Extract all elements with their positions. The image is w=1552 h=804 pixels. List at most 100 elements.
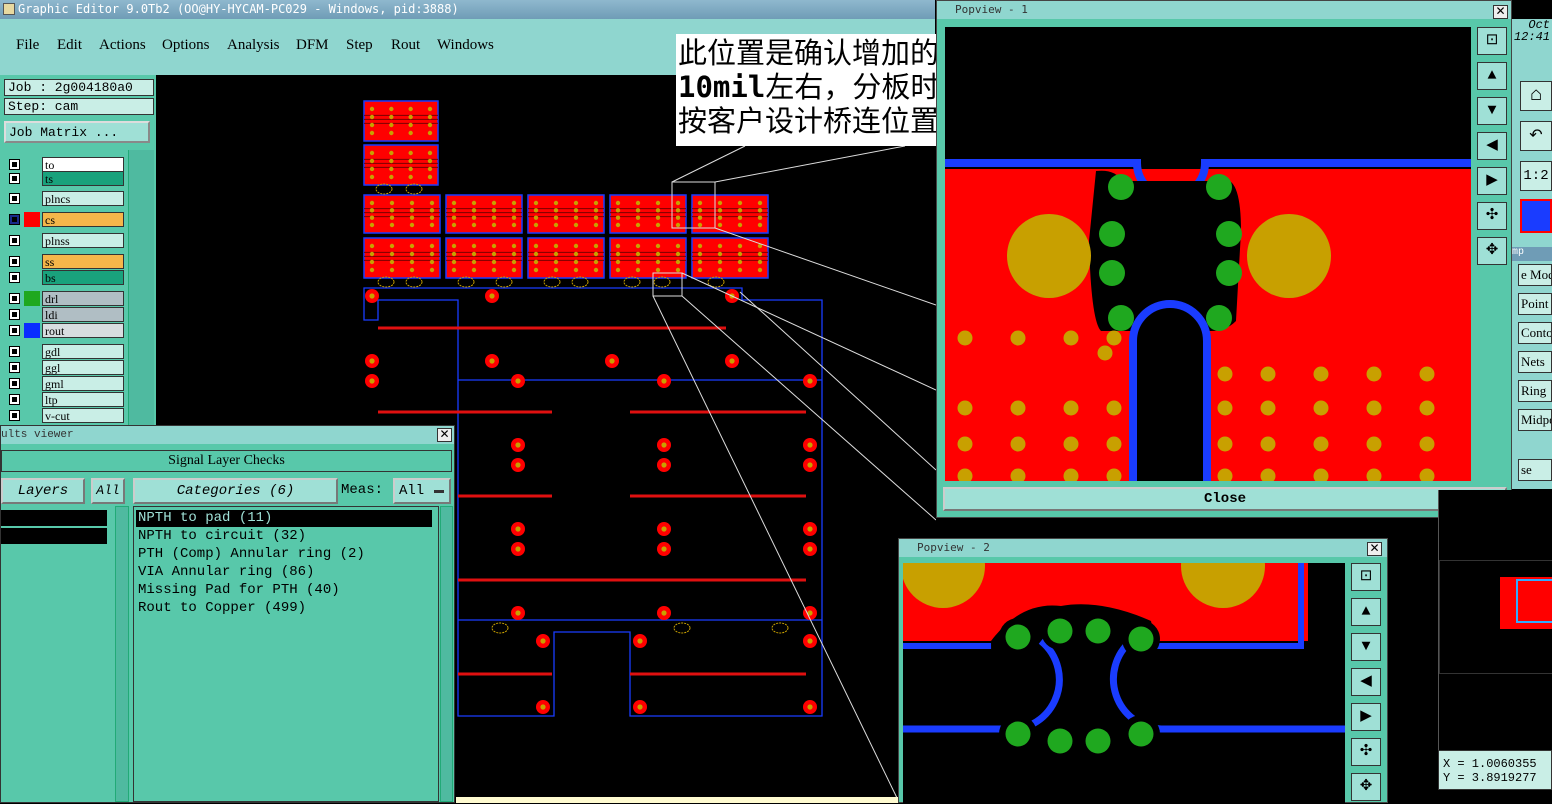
mouse-bite [491,622,509,634]
zoom-in-icon[interactable]: ✣ [1351,738,1381,766]
layer-row-ss[interactable]: ss [6,254,126,269]
layer-checkbox[interactable] [9,235,20,246]
layer-row-ldi[interactable]: ldi [6,307,126,322]
snap-close-button[interactable]: se [1518,459,1552,481]
category-item[interactable]: NPTH to pad (11) [136,510,432,527]
layer-checkbox[interactable] [9,394,20,405]
pan-up-icon[interactable]: ▲ [1351,598,1381,626]
layer-row-ts[interactable]: ts [6,171,126,186]
popview-2-close-icon[interactable]: ✕ [1367,542,1382,556]
menu-file[interactable]: File [16,37,39,54]
zoom-fit-icon[interactable]: ⊡ [1351,563,1381,591]
menu-dfm[interactable]: DFM [296,37,329,54]
layer-row-cs[interactable]: cs [6,212,126,227]
menu-rout[interactable]: Rout [391,37,420,54]
layer-checkbox[interactable] [9,193,20,204]
pcb-pad [553,222,559,228]
pcb-module [363,237,441,279]
layers-scrollbar[interactable] [115,506,129,802]
layer-thumbnail[interactable] [1520,199,1552,233]
layer-checkbox[interactable] [9,362,20,373]
snap-mode-3[interactable]: Nets [1518,351,1552,373]
drill-hole-center [540,638,546,644]
menu-edit-label: Edit [57,37,82,53]
snap-mode-5[interactable]: Midpo [1518,409,1552,431]
smd-pad [1097,345,1113,361]
layer-checkbox[interactable] [9,309,20,320]
menu-step[interactable]: Step [346,37,373,54]
zoom-in-icon[interactable]: ✣ [1477,202,1507,230]
layer-checkbox[interactable] [9,346,20,357]
pan-up-icon[interactable]: ▲ [1477,62,1507,90]
category-item[interactable]: Rout to Copper (499) [136,600,306,617]
layers-button[interactable]: Layers [1,478,85,504]
layer-checkbox[interactable] [9,272,20,283]
pan-left-icon[interactable]: ◀ [1477,132,1507,160]
popview-1-close-button[interactable]: Close [943,487,1507,511]
job-matrix-button[interactable]: Job Matrix ... [4,121,150,143]
layer-checkbox[interactable] [9,159,20,170]
drill-hole-center [637,638,643,644]
menu-actions[interactable]: Actions [99,37,146,54]
pan-right-icon[interactable]: ▶ [1477,167,1507,195]
layer-row-ggl[interactable]: ggl [6,360,126,375]
layer-selection-row-2[interactable] [1,528,107,544]
pcb-pad [675,251,681,257]
pan-down-icon[interactable]: ▼ [1351,633,1381,661]
layer-checkbox[interactable] [9,293,20,304]
category-item[interactable]: VIA Annular ring (86) [136,564,314,581]
pcb-pad [389,222,395,228]
categories-scrollbar[interactable] [440,506,453,802]
zoom-out-icon[interactable]: ✥ [1351,773,1381,801]
pan-down-icon[interactable]: ▼ [1477,97,1507,125]
ratio-button[interactable]: 1:2 [1520,161,1552,191]
pcb-pad [389,208,395,213]
layer-row-gdl[interactable]: gdl [6,344,126,359]
layer-row-drl[interactable]: drl [6,291,126,306]
layer-row-to[interactable]: to [6,157,126,172]
snap-mode-4[interactable]: Ring [1518,380,1552,402]
pcb-pad [533,222,539,228]
menu-edit[interactable]: Edit [57,37,82,54]
all-layers-button[interactable]: All [91,478,125,504]
layer-row-bs[interactable]: bs [6,270,126,285]
minimap[interactable] [1439,560,1552,674]
layer-row-plnss[interactable]: plnss [6,233,126,248]
layer-checkbox[interactable] [9,256,20,267]
layer-row-rout[interactable]: rout [6,323,126,338]
layer-row-v-cut[interactable]: v-cut [6,408,126,423]
layer-checkbox[interactable] [9,173,20,184]
menu-analysis[interactable]: Analysis [227,37,280,54]
popview-2-canvas[interactable] [903,563,1345,804]
snap-mode-2[interactable]: Conto [1518,322,1552,344]
categories-button[interactable]: Categories (6) [133,478,338,504]
pcb-pad [409,222,415,228]
category-item[interactable]: PTH (Comp) Annular ring (2) [136,546,365,563]
category-item[interactable]: NPTH to circuit (32) [136,528,306,545]
snap-mode-1[interactable]: Point [1518,293,1552,315]
pan-left-icon[interactable]: ◀ [1351,668,1381,696]
layer-checkbox[interactable] [9,325,20,336]
layer-row-ltp[interactable]: ltp [6,392,126,407]
menu-windows[interactable]: Windows [437,37,494,54]
zoom-fit-icon[interactable]: ⊡ [1477,27,1507,55]
undo-icon[interactable]: ↶ [1520,121,1552,151]
layer-checkbox[interactable] [9,378,20,389]
layer-selection-row-1[interactable] [1,510,107,526]
zoom-out-icon[interactable]: ✥ [1477,237,1507,265]
menu-step-label: Step [346,37,373,53]
snap-mode-0[interactable]: e Mode [1518,264,1552,286]
home-icon[interactable]: ⌂ [1520,81,1552,111]
layer-row-plncs[interactable]: plncs [6,191,126,206]
pan-right-icon[interactable]: ▶ [1351,703,1381,731]
category-item[interactable]: Missing Pad for PTH (40) [136,582,340,599]
layer-row-gml[interactable]: gml [6,376,126,391]
layer-checkbox[interactable] [9,214,20,225]
pcb-pad [429,200,435,206]
results-close-icon[interactable]: ✕ [437,428,452,442]
meas-select[interactable]: All [393,478,451,504]
popview-1-canvas[interactable] [945,27,1471,481]
popview-1-close-icon[interactable]: ✕ [1493,5,1508,19]
menu-options[interactable]: Options [162,37,210,54]
layer-checkbox[interactable] [9,410,20,421]
